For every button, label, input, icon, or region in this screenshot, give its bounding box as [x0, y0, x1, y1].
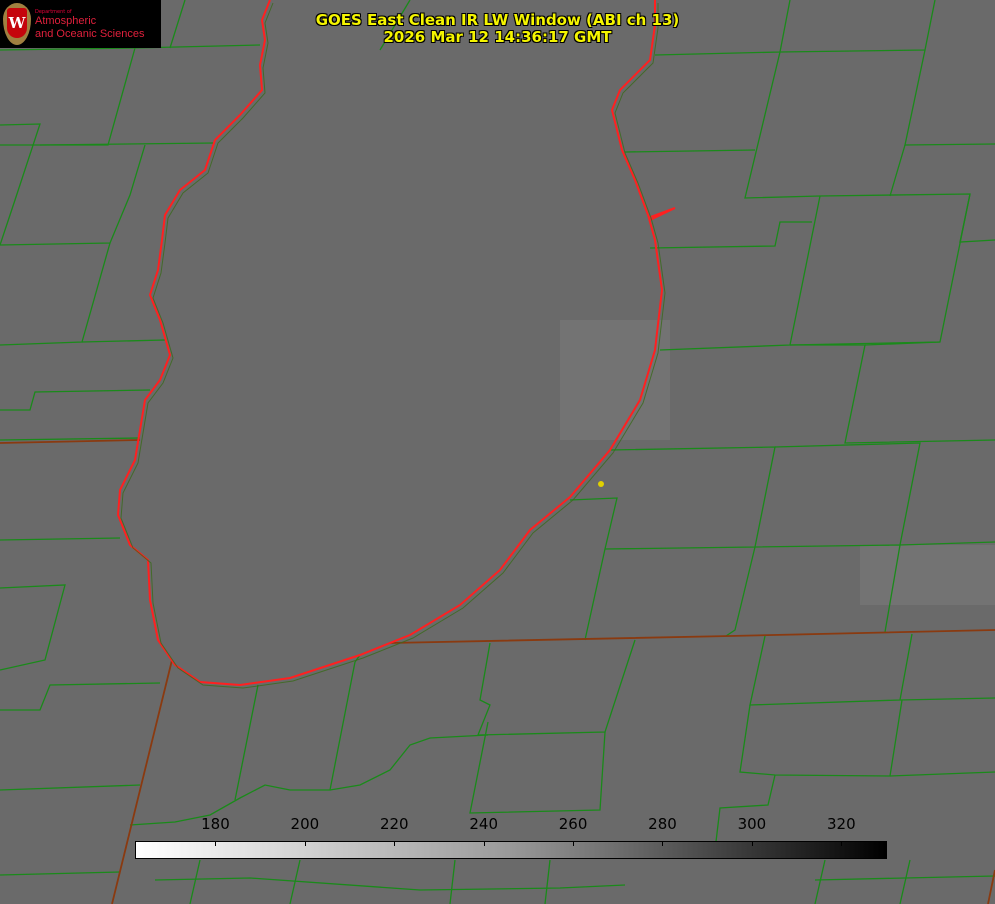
state-boundaries	[0, 439, 995, 904]
colorbar-tick-mark	[841, 841, 843, 846]
colorbar-tick-mark	[483, 841, 485, 846]
colorbar-tick-mark	[215, 841, 217, 846]
location-marker	[598, 481, 604, 487]
colorbar-tick-mark	[751, 841, 753, 846]
cloud-patch	[560, 320, 670, 440]
colorbar-tick-mark	[573, 841, 575, 846]
colorbar-tick-mark	[304, 841, 306, 846]
colorbar-tick-label: 320	[826, 815, 856, 833]
colorbar-tick-label: 280	[648, 815, 677, 833]
logo-line2: and Oceanic Sciences	[35, 28, 145, 40]
logo-line1: Atmospheric	[35, 15, 97, 27]
colorbar-tick-label: 180	[201, 815, 230, 833]
title-timestamp: 2026 Mar 12 14:36:17 GMT	[383, 28, 612, 46]
satellite-map-view: W Department of Atmospheric and Oceanic …	[0, 0, 995, 904]
colorbar-tick-label: 260	[558, 815, 588, 833]
colorbar-tick-mark	[394, 841, 396, 846]
colorbar-tick-label: 200	[290, 815, 320, 833]
colorbar-tick-label: 220	[379, 815, 409, 833]
seal-letter: W	[7, 8, 27, 38]
image-title: GOES East Clean IR LW Window (ABI ch 13)…	[300, 12, 695, 46]
map-overlay	[0, 0, 995, 904]
aos-logo: W Department of Atmospheric and Oceanic …	[0, 0, 161, 48]
uw-seal-icon: W	[3, 3, 31, 45]
title-product: GOES East Clean IR LW Window (ABI ch 13)	[315, 11, 680, 29]
colorbar-tick-label: 240	[469, 815, 498, 833]
colorbar-tick-mark	[662, 841, 664, 846]
colorbar	[135, 841, 887, 859]
county-boundaries	[0, 0, 995, 904]
colorbar-tick-label: 300	[737, 815, 767, 833]
cloud-patch	[860, 545, 995, 605]
